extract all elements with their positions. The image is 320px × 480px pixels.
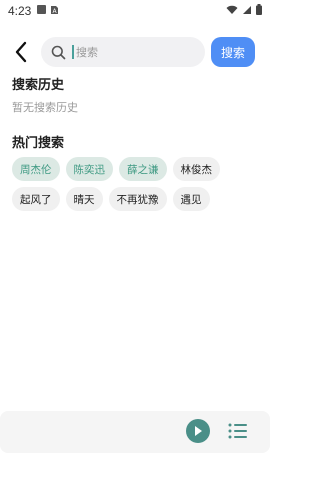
search-input[interactable] (76, 45, 186, 59)
search-box[interactable] (41, 37, 205, 67)
hot-search-tag[interactable]: 遇见 (172, 187, 210, 211)
history-title: 搜索历史 (12, 78, 65, 93)
notification-icon (37, 4, 47, 14)
hot-search-tag[interactable]: 薛之谦 (119, 157, 167, 181)
battery-icon (256, 4, 262, 18)
text-caret (72, 45, 74, 59)
status-bar: 4:23 A (0, 0, 270, 22)
hot-search-tag[interactable]: 林俊杰 (172, 157, 220, 181)
status-time: 4:23 (8, 4, 32, 18)
back-button[interactable] (8, 38, 34, 66)
hot-search-tag[interactable]: 晴天 (65, 187, 103, 211)
mini-player-bar (0, 411, 270, 453)
wifi-icon (226, 5, 238, 18)
search-button[interactable]: 搜索 (211, 37, 255, 67)
status-left-icons: A (37, 4, 59, 18)
playlist-icon (228, 423, 247, 439)
hot-search-tag[interactable]: 陈奕迅 (65, 157, 113, 181)
hot-search-tags: 周杰伦 陈奕迅 薛之谦 林俊杰 起风了 晴天 不再犹豫 遇见 (12, 157, 262, 211)
search-icon (51, 44, 67, 60)
status-right-icons (226, 4, 262, 18)
hot-search-title: 热门搜索 (12, 136, 65, 151)
hot-search-tag[interactable]: 周杰伦 (12, 157, 60, 181)
signal-icon (242, 5, 252, 18)
search-header: 搜索 (0, 34, 270, 70)
play-button[interactable] (186, 419, 210, 443)
history-empty-text: 暂无搜索历史 (12, 101, 78, 114)
playlist-button[interactable] (228, 422, 248, 440)
search-screen: 4:23 A 搜索 搜索 搜索历史 暂无搜索历史 热门搜索 周杰伦 陈奕迅 薛之… (0, 0, 270, 480)
hot-search-tag[interactable]: 起风了 (12, 187, 60, 211)
chevron-left-icon (15, 41, 27, 63)
hot-search-tag[interactable]: 不再犹豫 (108, 187, 167, 211)
play-icon (195, 426, 202, 436)
sim-icon: A (50, 5, 59, 18)
